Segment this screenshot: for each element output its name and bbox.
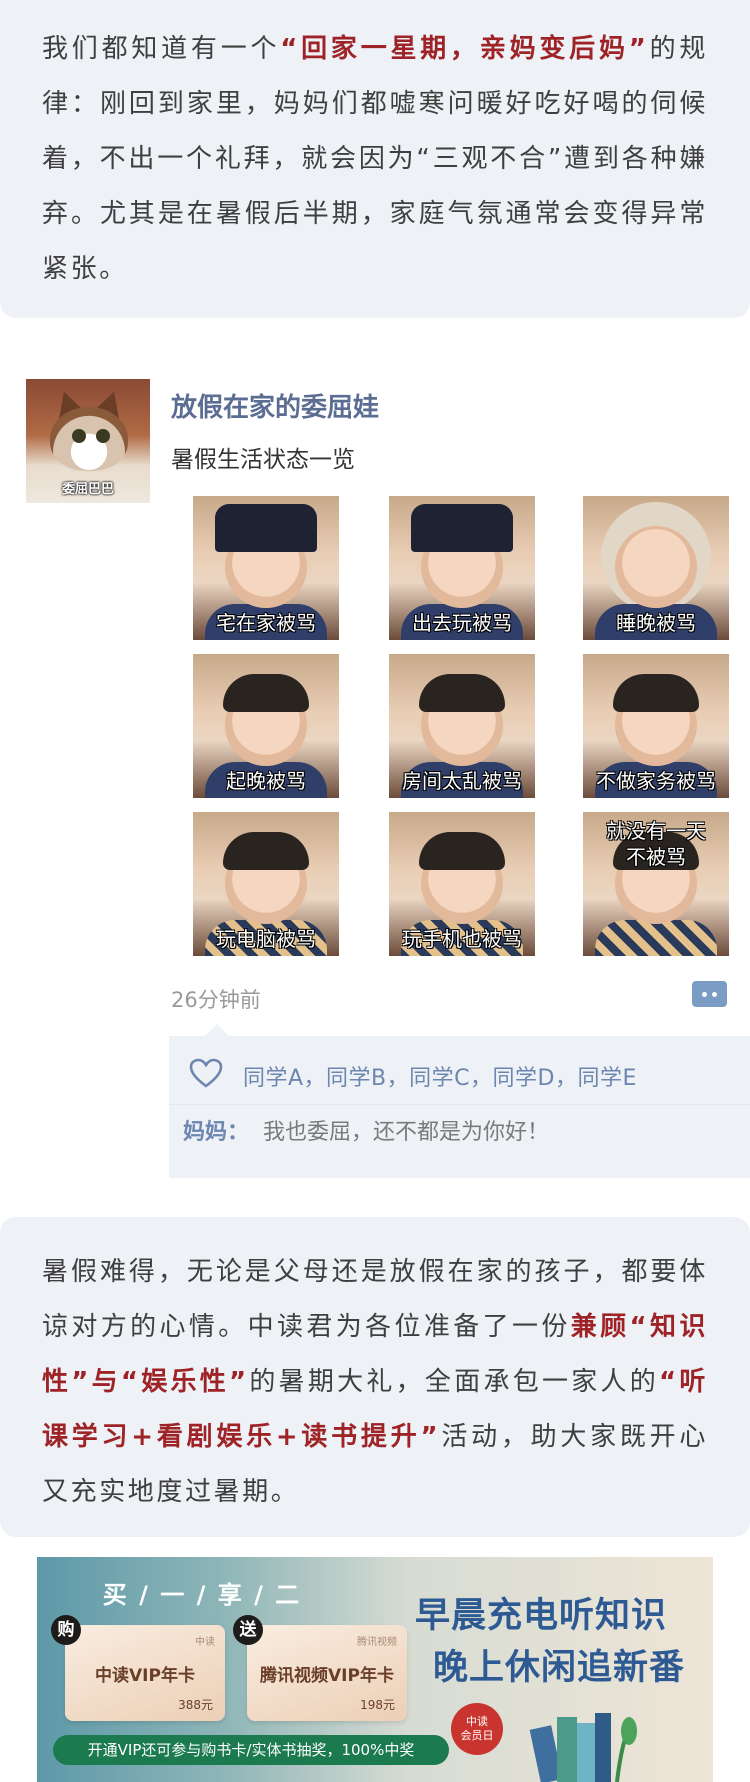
- hair-shape: [223, 674, 309, 712]
- heart-icon[interactable]: [189, 1058, 223, 1088]
- avatar[interactable]: 委屈巴巴: [26, 379, 150, 503]
- banner-promo-bar: 开通VIP还可参与购书卡/实体书抽奖，100%中奖: [53, 1735, 449, 1765]
- face-shape: [615, 526, 697, 608]
- image-caption: 睡晚被骂: [616, 611, 696, 635]
- image-caption: 就没有一天 不被骂: [606, 819, 706, 869]
- comment-text: 我也委屈，还不都是为你好！: [263, 1120, 550, 1145]
- grid-image[interactable]: 起晚被骂: [193, 654, 339, 798]
- post-time: 26分钟前: [171, 988, 261, 1012]
- cat-eye-right: [96, 429, 110, 443]
- ticket-price: 388元: [178, 1698, 213, 1712]
- intro-text-2: 的规律：刚回到家里，妈妈们都嘘寒问暖好吃好喝的伺候着，不出一个礼拜，就会因为“三…: [42, 34, 709, 284]
- image-caption: 不做家务被骂: [596, 769, 716, 793]
- promo-banner[interactable]: 买 / 一 / 享 / 二 中读 中读VIP年卡 388元 购 腾讯视频 腾讯视…: [37, 1557, 713, 1782]
- intro-text-1: 我们都知道有一个: [42, 34, 281, 64]
- interaction-panel: 同学A，同学B，同学C，同学D，同学E 妈妈： 我也委屈，还不都是为你好！: [169, 1024, 750, 1178]
- ticket-name: 腾讯视频VIP年卡: [260, 1666, 394, 1686]
- ticket-price: 198元: [360, 1698, 395, 1712]
- grid-image[interactable]: 玩手机也被骂: [389, 812, 535, 956]
- image-caption: 房间太乱被骂: [402, 769, 522, 793]
- ticket-logo: 腾讯视频: [357, 1637, 397, 1648]
- intro-highlight: “回家一星期，亲妈变后妈”: [280, 34, 649, 64]
- grid-image[interactable]: 出去玩被骂: [389, 496, 535, 640]
- likes-list[interactable]: 同学A，同学B，同学C，同学D，同学E: [243, 1060, 637, 1092]
- intro-paragraph: 我们都知道有一个“回家一星期，亲妈变后妈”的规律：刚回到家里，妈妈们都嘘寒问暖好…: [42, 22, 708, 297]
- cat-face: [50, 407, 128, 471]
- image-caption: 宅在家被骂: [216, 611, 316, 635]
- intro-card: 我们都知道有一个“回家一星期，亲妈变后妈”的规律：刚回到家里，妈妈们都嘘寒问暖好…: [0, 0, 750, 318]
- hair-shape: [419, 674, 505, 712]
- ticket-zhongdu-vip: 中读 中读VIP年卡 388元: [65, 1625, 225, 1721]
- ticket-tencent-vip: 腾讯视频 腾讯视频VIP年卡 198元: [247, 1625, 407, 1721]
- dot-icon: [712, 992, 717, 997]
- banner-slogan-1: 早晨充电听知识: [415, 1595, 668, 1636]
- outro-paragraph: 暑假难得，无论是父母还是放假在家的孩子，都要体谅对方的心情。中读君为各位准备了一…: [42, 1245, 708, 1520]
- hat-shape: [215, 504, 317, 552]
- hair-shape: [223, 832, 309, 870]
- outro-card: 暑假难得，无论是父母还是放假在家的孩子，都要体谅对方的心情。中读君为各位准备了一…: [0, 1217, 750, 1537]
- image-caption: 起晚被骂: [226, 769, 306, 793]
- image-caption: 出去玩被骂: [412, 611, 512, 635]
- hat-shape: [411, 504, 513, 552]
- grid-image[interactable]: 就没有一天 不被骂: [583, 812, 729, 956]
- cat-eye-left: [72, 429, 86, 443]
- grid-image[interactable]: 不做家务被骂: [583, 654, 729, 798]
- outro-text-2: 的暑期大礼，全面承包一家人的: [248, 1367, 660, 1397]
- banner-heading: 买 / 一 / 享 / 二: [102, 1581, 302, 1609]
- banner-slogan-2: 晚上休闲追新番: [433, 1647, 686, 1688]
- grid-image[interactable]: 睡晚被骂: [583, 496, 729, 640]
- gift-tag: 送: [233, 1615, 263, 1645]
- member-day-badge: 中读 会员日: [451, 1703, 503, 1755]
- books-illustration: [529, 1713, 637, 1782]
- dot-icon: [702, 992, 707, 997]
- post-nickname[interactable]: 放假在家的委屈娃: [171, 387, 379, 424]
- image-caption: 玩手机也被骂: [402, 927, 522, 951]
- post-text: 暑假生活状态一览: [171, 447, 355, 473]
- hair-shape: [419, 832, 505, 870]
- ticket-name: 中读VIP年卡: [95, 1666, 195, 1686]
- grid-image[interactable]: 房间太乱被骂: [389, 654, 535, 798]
- ticket-logo: 中读: [195, 1637, 215, 1648]
- grid-image[interactable]: 宅在家被骂: [193, 496, 339, 640]
- hair-shape: [613, 674, 699, 712]
- clothes-shape: [595, 920, 717, 956]
- image-caption: 玩电脑被骂: [216, 927, 316, 951]
- comment-author[interactable]: 妈妈：: [183, 1114, 249, 1146]
- grid-image[interactable]: 玩电脑被骂: [193, 812, 339, 956]
- divider: [169, 1104, 750, 1105]
- comment-more-button[interactable]: [692, 981, 727, 1007]
- buy-tag: 购: [51, 1615, 81, 1645]
- avatar-caption: 委屈巴巴: [61, 482, 114, 497]
